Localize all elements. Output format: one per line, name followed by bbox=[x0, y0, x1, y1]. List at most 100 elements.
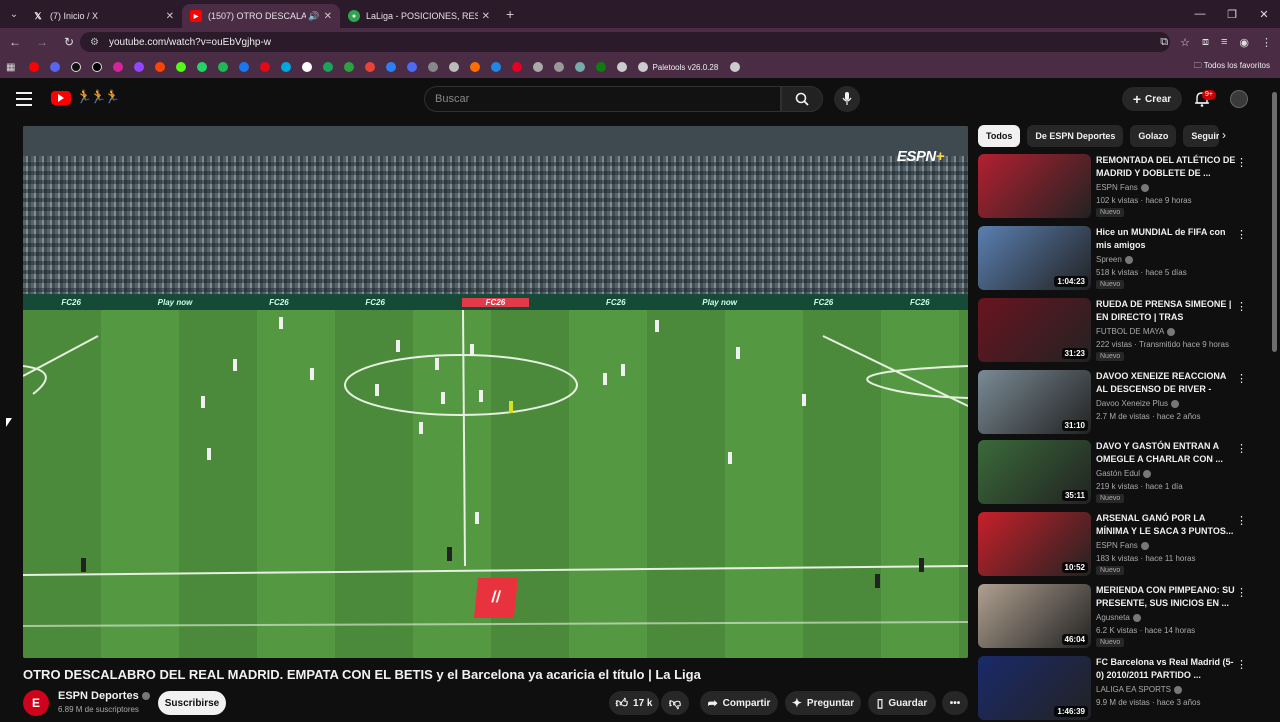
forward-icon[interactable]: → bbox=[30, 30, 54, 54]
recommendation-item[interactable]: 31:23 RUEDA DE PRENSA SIMEONE | EN DIRECT… bbox=[978, 298, 1247, 364]
site-info-icon[interactable]: ⚙ bbox=[90, 37, 99, 48]
chip-all[interactable]: Todos bbox=[978, 125, 1021, 147]
share-button[interactable]: ➦ Compartir bbox=[700, 691, 778, 715]
recommendation-title[interactable]: REMONTADA DEL ATLÉTICO DE MADRID Y DOBLE… bbox=[1096, 154, 1236, 180]
bookmark-globe-icon[interactable] bbox=[491, 62, 502, 72]
bookmark-ig-icon[interactable] bbox=[449, 62, 460, 72]
bookmark-grey-icon[interactable] bbox=[533, 62, 544, 72]
channel-avatar[interactable]: E bbox=[23, 690, 49, 716]
bookmark-netflix-icon[interactable] bbox=[260, 62, 271, 72]
recommendation-title[interactable]: DAVO Y GASTÓN ENTRAN A OMEGLE A CHARLAR … bbox=[1096, 440, 1236, 466]
bookmark-green-icon[interactable] bbox=[323, 62, 334, 72]
bookmark-tiktok-icon[interactable] bbox=[71, 62, 82, 72]
create-button[interactable]: + Crear bbox=[1122, 87, 1182, 111]
bookmark-prime-icon[interactable] bbox=[281, 62, 292, 72]
voice-search-button[interactable] bbox=[834, 86, 860, 112]
more-vertical-icon[interactable]: ⋮ bbox=[1236, 658, 1247, 671]
recommendation-title[interactable]: RUEDA DE PRENSA SIMEONE | EN DIRECTO | T… bbox=[1096, 298, 1236, 324]
chip-golazo[interactable]: Golazo bbox=[1130, 125, 1177, 147]
bookmark-youtube-icon[interactable] bbox=[29, 62, 40, 72]
more-vertical-icon[interactable]: ⋮ bbox=[1236, 586, 1247, 599]
menu-icon[interactable]: ⋮ bbox=[1261, 36, 1272, 49]
bookmark-kick-icon[interactable] bbox=[176, 62, 187, 72]
bookmark-facebook-icon[interactable] bbox=[239, 62, 250, 72]
bookmark-pinterest-icon[interactable] bbox=[512, 62, 523, 72]
tab-youtube[interactable]: ▶ (1507) OTRO DESCALABRO 🔊 ✕ bbox=[182, 4, 340, 28]
video-thumbnail[interactable]: 31:23 bbox=[978, 298, 1091, 362]
video-thumbnail[interactable] bbox=[978, 154, 1091, 218]
ask-button[interactable]: ✦ Preguntar bbox=[785, 691, 861, 715]
back-icon[interactable]: ← bbox=[3, 30, 27, 54]
search-button[interactable] bbox=[781, 86, 823, 112]
video-thumbnail[interactable]: 1:46:39 bbox=[978, 656, 1091, 720]
recommendation-item[interactable]: 46:04 MERIENDA CON PIMPEANO: SU PRESENTE,… bbox=[978, 584, 1247, 650]
extensions-icon[interactable]: ⧈ bbox=[1202, 36, 1209, 49]
bookmark-extra-icon[interactable] bbox=[730, 62, 741, 72]
bookmark-discord-icon[interactable] bbox=[50, 62, 61, 72]
save-button[interactable]: ▯ Guardar bbox=[868, 691, 936, 715]
chip-seguir[interactable]: Seguir bbox=[1183, 125, 1220, 147]
recommendation-item[interactable]: 1:46:39 FC Barcelona vs Real Madrid (5-0)… bbox=[978, 656, 1247, 722]
recommendation-title[interactable]: MERIENDA CON PIMPEANO: SU PRESENTE, SUS … bbox=[1096, 584, 1236, 610]
youtube-doodle[interactable]: 🏃🏃🏃 bbox=[76, 89, 121, 105]
bookmark-blue-icon[interactable] bbox=[386, 62, 397, 72]
more-vertical-icon[interactable]: ⋮ bbox=[1236, 372, 1247, 385]
more-vertical-icon[interactable]: ⋮ bbox=[1236, 300, 1247, 313]
more-vertical-icon[interactable]: ⋮ bbox=[1236, 156, 1247, 169]
all-bookmarks[interactable]: 🗀 Todos los favoritos bbox=[1194, 60, 1270, 74]
recommendation-item[interactable]: 10:52 ARSENAL GANÓ POR LA MÍNIMA Y LE SAC… bbox=[978, 512, 1247, 578]
video-thumbnail[interactable]: 35:11 bbox=[978, 440, 1091, 504]
channel-name[interactable]: ESPN Deportes bbox=[58, 690, 150, 702]
youtube-logo-icon[interactable] bbox=[51, 91, 71, 105]
recommendation-item[interactable]: REMONTADA DEL ATLÉTICO DE MADRID Y DOBLE… bbox=[978, 154, 1247, 220]
apps-icon[interactable]: ▦ bbox=[6, 62, 15, 73]
dislike-button[interactable]: 👎︎ bbox=[661, 691, 689, 715]
recommendation-item[interactable]: 31:10 DAVOO XENEIZE REACCIONA AL DESCENSO… bbox=[978, 370, 1247, 436]
close-tab-icon[interactable]: ✕ bbox=[482, 11, 490, 22]
search-input[interactable]: Buscar bbox=[424, 86, 781, 112]
bookmark-x-icon[interactable] bbox=[92, 62, 103, 72]
chevron-right-icon[interactable]: › bbox=[1222, 128, 1226, 142]
recommendation-channel[interactable]: LALIGA EA SPORTS bbox=[1096, 685, 1182, 694]
more-actions-button[interactable]: ••• bbox=[942, 691, 968, 715]
close-tab-icon[interactable]: ✕ bbox=[324, 11, 332, 22]
more-vertical-icon[interactable]: ⋮ bbox=[1236, 228, 1247, 241]
media-icon[interactable]: ≡ bbox=[1221, 36, 1227, 48]
recommendation-item[interactable]: 1:04:23 Hice un MUNDIAL de FIFA con mis a… bbox=[978, 226, 1247, 292]
close-tab-icon[interactable]: ✕ bbox=[166, 11, 174, 22]
video-player[interactable]: FC26 Play now FC26 FC26 FC26 FC26 Play n… bbox=[23, 126, 968, 658]
chip-espn[interactable]: De ESPN Deportes bbox=[1027, 125, 1124, 147]
bookmark-circle-icon[interactable] bbox=[302, 62, 313, 72]
bookmark-paletools[interactable]: Paletools v26.0.28 bbox=[638, 62, 718, 72]
more-vertical-icon[interactable]: ⋮ bbox=[1236, 514, 1247, 527]
scrollbar-thumb[interactable] bbox=[1272, 92, 1277, 352]
recommendation-title[interactable]: FC Barcelona vs Real Madrid (5-0) 2010/2… bbox=[1096, 656, 1236, 682]
tab-laliga[interactable]: ● LaLiga - POSICIONES, RESULTA... ✕ bbox=[340, 4, 498, 28]
install-icon[interactable]: ⧉ bbox=[1160, 36, 1168, 49]
like-button[interactable]: 👍︎ 17 k bbox=[609, 691, 659, 715]
recommendation-channel[interactable]: ESPN Fans bbox=[1096, 541, 1149, 550]
recommendation-title[interactable]: DAVOO XENEIZE REACCIONA AL DESCENSO DE R… bbox=[1096, 370, 1236, 396]
bookmark-reddit-icon[interactable] bbox=[155, 62, 166, 72]
recommendation-channel[interactable]: Agusneta bbox=[1096, 613, 1141, 622]
hamburger-menu-icon[interactable] bbox=[16, 92, 32, 106]
bookmark-twitch-icon[interactable] bbox=[134, 62, 145, 72]
bookmark-xbox-icon[interactable] bbox=[344, 62, 355, 72]
address-bar[interactable]: ⚙ youtube.com/watch?v=ouEbVgjhp-w bbox=[80, 32, 1170, 52]
bookmark-game-icon[interactable] bbox=[575, 62, 586, 72]
video-thumbnail[interactable]: 31:10 bbox=[978, 370, 1091, 434]
recommendation-channel[interactable]: Davoo Xeneize Plus bbox=[1096, 399, 1180, 408]
recommendation-item[interactable]: 35:11 DAVO Y GASTÓN ENTRAN A OMEGLE A CHA… bbox=[978, 440, 1247, 506]
bookmark-globe2-icon[interactable] bbox=[617, 62, 628, 72]
recommendation-channel[interactable]: Gastón Edul bbox=[1096, 469, 1152, 478]
bookmark-instagram-icon[interactable] bbox=[113, 62, 124, 72]
bookmark-orange-icon[interactable] bbox=[470, 62, 481, 72]
tab-search-button[interactable]: ⌄ bbox=[4, 4, 24, 24]
close-window-icon[interactable]: ✕ bbox=[1248, 0, 1280, 28]
tab-x[interactable]: 𝕏 (7) Inicio / X ✕ bbox=[24, 4, 182, 28]
bookmark-table-icon[interactable] bbox=[554, 62, 565, 72]
video-thumbnail[interactable]: 10:52 bbox=[978, 512, 1091, 576]
speaker-icon[interactable]: 🔊 bbox=[308, 11, 319, 22]
bookmark-spotify-icon[interactable] bbox=[218, 62, 229, 72]
subscribe-button[interactable]: Suscribirse bbox=[158, 691, 226, 715]
